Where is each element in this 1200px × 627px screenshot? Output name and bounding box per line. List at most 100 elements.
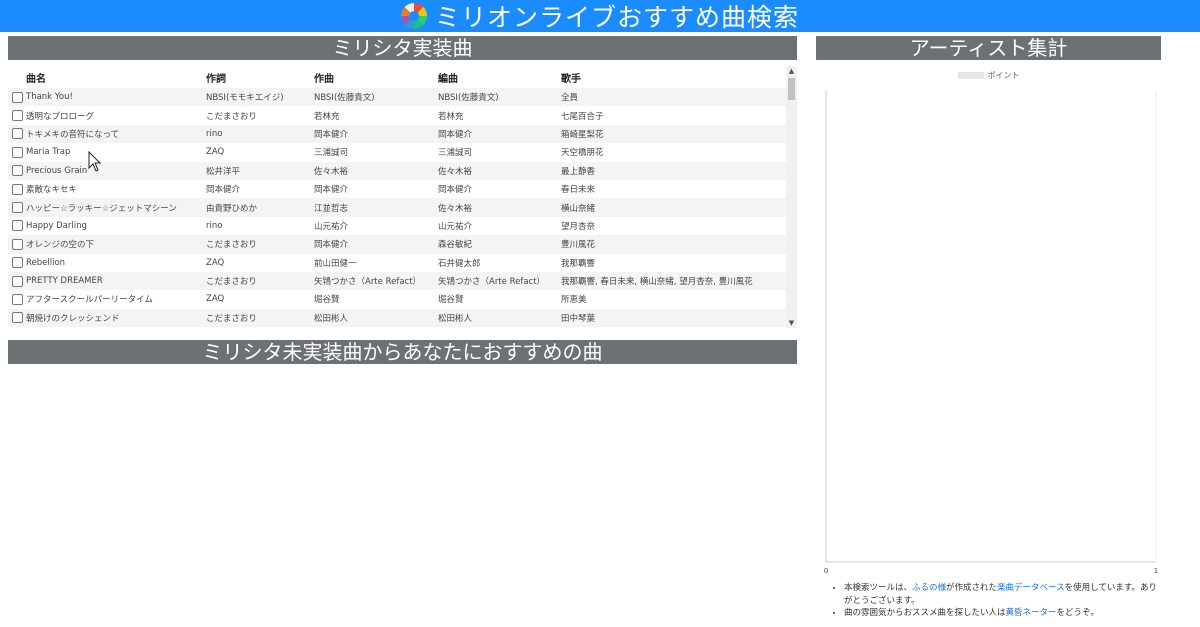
implemented-songs-header: ミリシタ実装曲 (8, 36, 797, 60)
song-database-link[interactable]: 楽曲データベース (997, 583, 1065, 593)
lyricist-cell: 松井洋平 (206, 166, 241, 177)
singer-cell: 所恵美 (561, 295, 587, 306)
composer-cell: 佐々木裕 (314, 166, 349, 177)
furuno-link[interactable]: ふるの様 (912, 583, 946, 593)
row-checkbox[interactable] (11, 110, 23, 122)
row-checkbox[interactable] (11, 238, 23, 250)
singer-cell: 田中琴葉 (561, 313, 596, 324)
app-header: ミリオンライブおすすめ曲検索 (0, 0, 1200, 32)
row-checkbox-cell (8, 293, 26, 305)
singer-cell: 我那覇響 (561, 258, 596, 269)
artist-summary-header: アーティスト集計 (816, 36, 1161, 60)
row-checkbox[interactable] (11, 220, 23, 232)
table-row[interactable]: 朝焼けのクレッシェンド こだまさおり 松田彬人 松田彬人 田中琴葉 (8, 308, 786, 328)
song-title-cell: Thank You! (26, 92, 73, 103)
arranger-cell: 岡本健介 (438, 185, 473, 196)
notes-list: 本検索ツールは、ふるの様が作成された楽曲データベースを使用しています。ありがとう… (832, 582, 1162, 620)
singer-cell: 全員 (561, 93, 579, 104)
arranger-cell: 石井健太郎 (438, 258, 481, 269)
column-composer: 作曲 (314, 73, 334, 85)
table-row[interactable]: 透明なプロローグ こだまさおり 若林充 若林充 七尾百合子 (8, 106, 786, 124)
row-checkbox[interactable] (11, 146, 23, 158)
app-title: ミリオンライブおすすめ曲検索 (434, 3, 799, 32)
singer-cell: 横山奈緒 (561, 203, 596, 214)
row-checkbox-cell (8, 257, 26, 269)
row-checkbox-cell (8, 165, 26, 177)
arranger-cell: 森谷敏紀 (438, 240, 473, 251)
tasogare-nator-link[interactable]: 黄昏ネーター (1006, 608, 1057, 618)
song-title-cell: PRETTY DREAMER (26, 276, 103, 287)
composer-cell: 松田彬人 (314, 313, 349, 324)
composer-cell: NBSI(佐藤貴文) (314, 93, 375, 104)
scroll-thumb[interactable] (788, 78, 795, 100)
row-checkbox[interactable] (11, 91, 23, 103)
lyricist-cell: rino (206, 220, 223, 231)
row-checkbox-cell (8, 183, 26, 195)
lyricist-cell: こだまさおり (206, 240, 257, 251)
singer-cell: 春日未来 (561, 185, 596, 196)
arranger-cell: 山元祐介 (438, 221, 473, 232)
lyricist-cell: NBSI(モモキエイジ) (206, 93, 284, 104)
row-checkbox[interactable] (11, 128, 23, 140)
row-checkbox-cell (8, 275, 26, 287)
song-title-cell: オレンジの空の下 (26, 240, 95, 251)
row-checkbox[interactable] (11, 293, 23, 305)
song-title-cell: アフタースクールパーリータイム (26, 295, 153, 306)
table-scrollbar[interactable]: ▲ ▼ (786, 66, 797, 328)
row-checkbox[interactable] (11, 202, 23, 214)
x-tick-label: 0 (824, 567, 828, 575)
table-row[interactable]: 素敵なキセキ 岡本健介 岡本健介 岡本健介 春日未来 (8, 180, 786, 198)
legend-swatch (957, 72, 984, 79)
arranger-cell: NBSI(佐藤貴文) (438, 93, 499, 104)
row-checkbox[interactable] (11, 165, 23, 177)
composer-cell: 矢鴇つかさ（Arte Refact） (314, 277, 422, 288)
table-row[interactable]: ハッピー☆ラッキー☆ジェットマシーン 由貴野ひめか 江並哲志 佐々木裕 横山奈緒 (8, 198, 786, 217)
scroll-up-icon[interactable]: ▲ (786, 66, 797, 76)
table-row[interactable]: PRETTY DREAMER こだまさおり 矢鴇つかさ（Arte Refact） 矢鴇… (8, 271, 786, 291)
row-checkbox[interactable] (11, 275, 23, 287)
arranger-cell: 佐々木裕 (438, 166, 473, 177)
legend-label: ポイント (987, 71, 1020, 80)
arranger-cell: 三浦誠司 (438, 148, 473, 159)
table-row[interactable]: トキメキの音符になって rino 岡本健介 岡本健介 箱崎星梨花 (8, 124, 786, 144)
composer-cell: 江並哲志 (314, 203, 349, 214)
scroll-down-icon[interactable]: ▼ (786, 318, 797, 328)
table-row[interactable]: アフタースクールパーリータイム ZAQ 堀谷賢 堀谷賢 所恵美 (8, 290, 786, 308)
table-row[interactable]: Maria Trap ZAQ 三浦誠司 三浦誠司 天空橋朋花 (8, 143, 786, 161)
row-checkbox[interactable] (11, 183, 23, 195)
arranger-cell: 堀谷賢 (438, 295, 464, 306)
row-checkbox[interactable] (11, 312, 23, 324)
row-checkbox-cell (8, 91, 26, 103)
singer-cell: 望月杏奈 (561, 221, 596, 232)
singer-cell: 七尾百合子 (561, 111, 604, 122)
table-row[interactable]: Precious Grain 松井洋平 佐々木裕 佐々木裕 最上静香 (8, 161, 786, 180)
song-title-cell: Precious Grain (26, 165, 88, 176)
table-row[interactable]: オレンジの空の下 こだまさおり 岡本健介 森谷敏紀 豊川風花 (8, 235, 786, 254)
song-title-cell: Rebellion (26, 257, 66, 268)
table-row[interactable]: Rebellion ZAQ 前山田健一 石井健太郎 我那覇響 (8, 254, 786, 272)
recommend-header: ミリシタ未実装曲からあなたにおすすめの曲 (8, 340, 797, 364)
row-checkbox-cell (8, 128, 26, 140)
table-header: 曲名 作詞 作曲 編曲 歌手 (8, 66, 786, 88)
chart-legend: ポイント (816, 70, 1161, 81)
composer-cell: 堀谷賢 (314, 295, 340, 306)
arranger-cell: 松田彬人 (438, 313, 473, 324)
song-title-cell: 透明なプロローグ (26, 111, 95, 122)
song-title-cell: Maria Trap (26, 147, 71, 158)
mouse-cursor-icon (88, 151, 102, 172)
composer-cell: 岡本健介 (314, 185, 349, 196)
row-checkbox[interactable] (11, 257, 23, 269)
arranger-cell: 岡本健介 (438, 129, 473, 140)
chart-canvas: 0 1 (824, 90, 1158, 575)
row-checkbox-cell (8, 312, 26, 324)
column-singer: 歌手 (561, 73, 581, 85)
arranger-cell: 佐々木裕 (438, 203, 473, 214)
song-title-cell: 素敵なキセキ (26, 185, 78, 196)
column-arranger: 編曲 (438, 73, 458, 85)
column-lyrics: 作詞 (206, 73, 226, 85)
table-row[interactable]: Thank You! NBSI(モモキエイジ) NBSI(佐藤貴文) NBSI(佐藤貴… (8, 88, 786, 107)
x-tick-label: 1 (1154, 567, 1158, 575)
table-row[interactable]: Happy Darling rino 山元祐介 山元祐介 望月杏奈 (8, 217, 786, 235)
row-checkbox-cell (8, 110, 26, 122)
singer-cell: 豊川風花 (561, 240, 596, 251)
